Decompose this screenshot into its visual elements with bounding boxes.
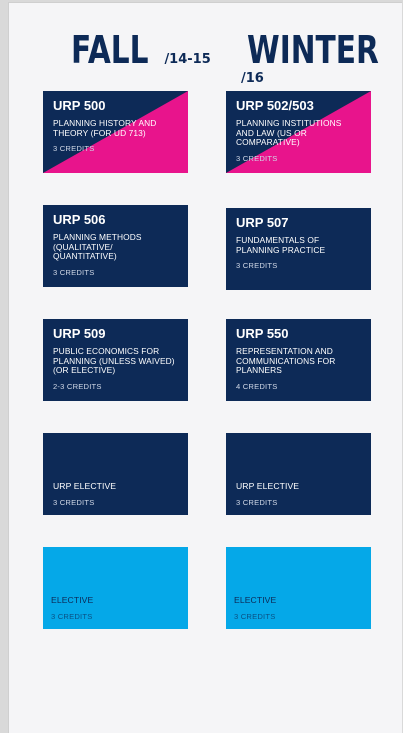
course-plan-page: FALL/14-15 WINTER/16 URP 500 PLANNING HI…: [8, 2, 402, 733]
course-title: PLANNING INSTITUTIONS AND LAW (US OR COM…: [236, 118, 342, 148]
course-title: ELECTIVE: [51, 595, 94, 606]
course-credits: 2-3 CREDITS: [53, 381, 102, 391]
course-card-elective-fall[interactable]: ELECTIVE 3 CREDITS: [43, 547, 188, 629]
course-credits: 3 CREDITS: [236, 153, 278, 163]
course-card-urp-elective-fall[interactable]: URP ELECTIVE 3 CREDITS: [43, 433, 188, 515]
course-title: PLANNING HISTORY AND THEORY (FOR UD 713): [53, 118, 157, 138]
course-title: URP ELECTIVE: [53, 481, 117, 492]
fall-column-heading: FALL/14-15: [71, 31, 211, 69]
course-title: PLANNING METHODS (QUALITATIVE/ QUANTITAT…: [53, 232, 142, 262]
course-title: FUNDAMENTALS OF PLANNING PRACTICE: [236, 235, 326, 255]
course-credits: 3 CREDITS: [53, 267, 95, 277]
course-title: PUBLIC ECONOMICS FOR PLANNING (UNLESS WA…: [53, 346, 175, 376]
course-card-urp-507[interactable]: URP 507 FUNDAMENTALS OF PLANNING PRACTIC…: [226, 208, 371, 290]
course-card-urp-elective-winter[interactable]: URP ELECTIVE 3 CREDITS: [226, 433, 371, 515]
course-title: REPRESENTATION AND COMMUNICATIONS FOR PL…: [236, 346, 336, 376]
course-credits: 3 CREDITS: [53, 144, 95, 154]
course-title: URP ELECTIVE: [236, 481, 300, 492]
course-code: URP 500: [53, 98, 106, 113]
course-card-urp-550[interactable]: URP 550 REPRESENTATION AND COMMUNICATION…: [226, 319, 371, 401]
course-credits: 3 CREDITS: [234, 612, 276, 621]
course-code: URP 506: [53, 212, 106, 227]
course-credits: 3 CREDITS: [51, 612, 93, 621]
course-code: URP 507: [236, 215, 289, 230]
course-credits: 3 CREDITS: [236, 261, 278, 271]
course-card-urp-502-503[interactable]: URP 502/503 PLANNING INSTITUTIONS AND LA…: [226, 91, 371, 173]
winter-year-suffix: /16: [241, 71, 264, 86]
course-card-urp-509[interactable]: URP 509 PUBLIC ECONOMICS FOR PLANNING (U…: [43, 319, 188, 401]
course-code: URP 550: [236, 326, 289, 341]
course-card-elective-winter[interactable]: ELECTIVE 3 CREDITS: [226, 547, 371, 629]
course-credits: 3 CREDITS: [236, 498, 278, 507]
course-credits: 3 CREDITS: [53, 498, 95, 507]
fall-year-suffix: /14-15: [164, 52, 211, 67]
winter-column-heading: WINTER/16: [241, 28, 403, 85]
course-card-urp-500[interactable]: URP 500 PLANNING HISTORY AND THEORY (FOR…: [43, 91, 188, 173]
course-title: ELECTIVE: [234, 595, 277, 606]
fall-label: FALL: [71, 28, 149, 72]
winter-label: WINTER: [247, 28, 379, 72]
course-code: URP 502/503: [236, 98, 314, 113]
course-card-urp-506[interactable]: URP 506 PLANNING METHODS (QUALITATIVE/ Q…: [43, 205, 188, 287]
course-credits: 4 CREDITS: [236, 381, 278, 391]
course-code: URP 509: [53, 326, 106, 341]
